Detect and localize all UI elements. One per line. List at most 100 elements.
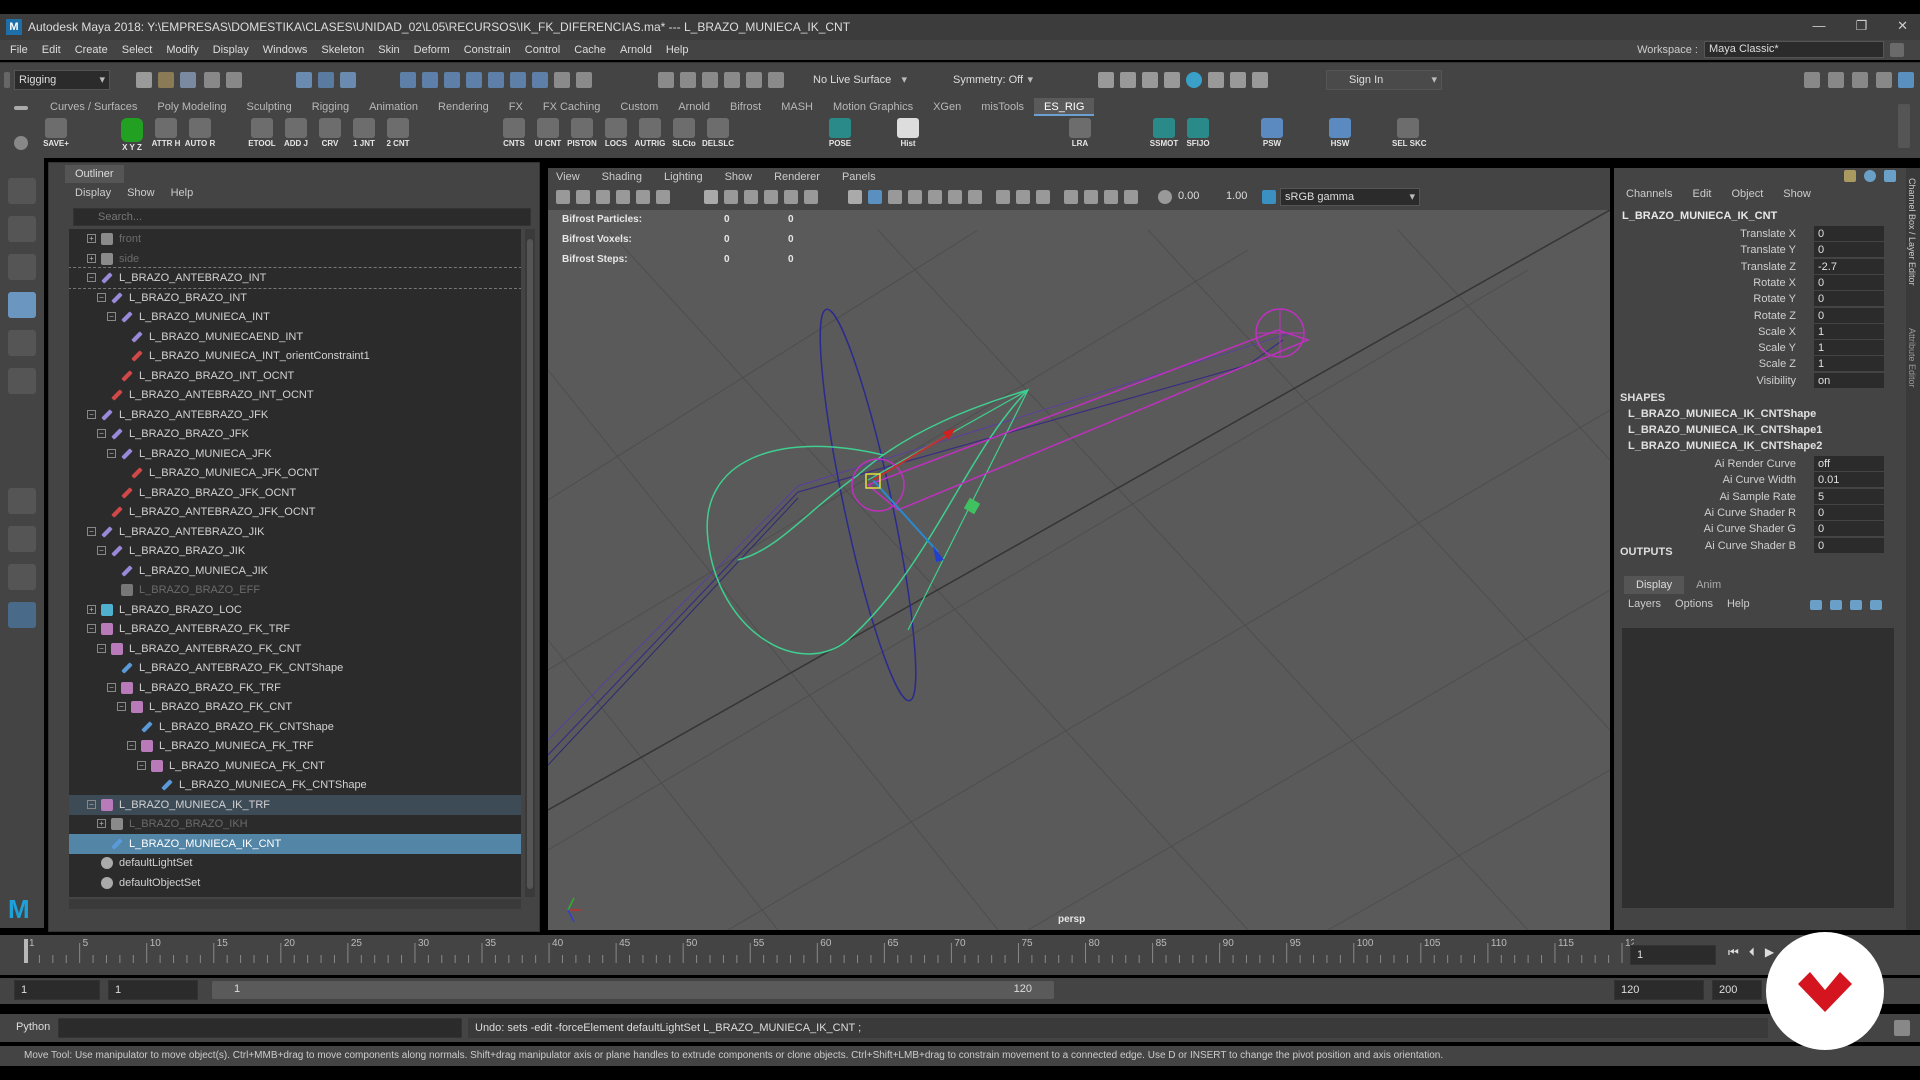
outliner-row[interactable]: L_BRAZO_BRAZO_FK_CNTShape [69,717,521,737]
outliner-row[interactable]: L_BRAZO_BRAZO_EFF [69,580,521,600]
shelf-tab-bifrost[interactable]: Bifrost [720,98,771,116]
current-time-marker[interactable] [24,939,28,963]
channel-row[interactable]: Translate Y 0 [1614,242,1894,258]
bookmark-icon[interactable] [596,190,610,204]
new-layer-selected-icon[interactable] [1870,600,1882,610]
lock-inputs-icon[interactable] [554,72,570,88]
outliner-row[interactable]: − L_BRAZO_MUNIECA_IK_TRF [69,794,521,815]
menu-constrain[interactable]: Constrain [464,44,511,56]
shelf-button-add-j[interactable]: ADD J [280,118,312,156]
channel-box-menu-object[interactable]: Object [1731,188,1763,200]
channel-row[interactable]: Rotate X 0 [1614,274,1894,291]
two-pane-layout-icon[interactable] [8,564,36,590]
select-hierarchy-icon[interactable] [296,72,312,88]
viewport-scene[interactable]: Bifrost Particles: 0 0 Bifrost Voxels: 0 0 B… [548,210,1610,930]
shelf-tab-sculpting[interactable]: Sculpting [237,98,302,116]
render-frame-icon[interactable] [702,72,718,88]
outliner-horizontal-scrollbar[interactable] [69,899,521,909]
outliner-row[interactable]: − L_BRAZO_MUNIECA_INT [69,307,521,327]
resolution-gate-icon[interactable] [744,190,758,204]
channel-row[interactable]: Scale Y 1 [1614,340,1894,356]
shelf-tab-xgen[interactable]: XGen [923,98,971,116]
channel-row[interactable]: Translate Z -2.7 [1614,258,1894,275]
arnold-render-icon[interactable] [1208,72,1224,88]
channel-value[interactable]: 0 [1814,307,1884,323]
render-region-icon[interactable] [1142,72,1158,88]
outliner-row[interactable]: + L_BRAZO_BRAZO_LOC [69,600,521,620]
menu-file[interactable]: File [10,44,28,56]
shelf-button-save[interactable]: SAVE+ [40,118,72,156]
command-language-button[interactable]: Python [16,1021,50,1033]
outliner-row[interactable]: − L_BRAZO_BRAZO_INT [69,288,521,308]
modeling-toolkit-icon[interactable] [1804,72,1820,88]
history-icon[interactable] [576,72,592,88]
outliner-row[interactable]: L_BRAZO_MUNIECA_JFK_OCNT [69,463,521,483]
shape-name[interactable]: L_BRAZO_MUNIECA_IK_CNTShape2 [1628,440,1822,452]
exposure-icon[interactable] [1158,190,1172,204]
outliner-row[interactable]: + side [69,249,521,269]
menu-modify[interactable]: Modify [166,44,198,56]
single-perspective-layout-icon[interactable] [8,488,36,514]
channel-row[interactable]: Ai Curve Width 0.01 [1614,472,1894,488]
render-current-frame-icon[interactable] [1098,72,1114,88]
menu-cache[interactable]: Cache [574,44,606,56]
menu-create[interactable]: Create [75,44,108,56]
channel-value[interactable]: 0 [1814,521,1884,537]
layer-tab-anim[interactable]: Anim [1684,576,1733,594]
collapse-icon[interactable]: − [107,312,116,321]
channel-value[interactable]: 1 [1814,340,1884,356]
move-manipulator-x-arrow[interactable] [943,428,956,440]
render-settings-icon[interactable] [746,72,762,88]
menuset-dropdown[interactable]: Rigging [14,70,110,90]
step-back-icon[interactable]: ⏴ [1749,945,1755,960]
channel-row[interactable]: Translate X 0 [1614,226,1894,242]
undo-icon[interactable] [204,72,220,88]
expand-icon[interactable]: + [87,604,96,614]
channel-value[interactable]: 0.01 [1814,472,1884,488]
shelf-tab-motion-graphics[interactable]: Motion Graphics [823,98,923,116]
select-tool-icon[interactable] [8,178,36,204]
playback-end-field[interactable]: 120 [1614,980,1704,1000]
shelf-tab-rendering[interactable]: Rendering [428,98,499,116]
shelf-button-1-jnt[interactable]: 1 JNT [348,118,380,156]
open-scene-icon[interactable] [158,72,174,88]
channel-value[interactable]: 0 [1814,291,1884,307]
collapse-icon[interactable]: − [87,409,96,419]
shelf-tab-mistools[interactable]: misTools [971,98,1034,116]
layer-list[interactable] [1622,628,1894,908]
status-line-handle-icon[interactable] [4,72,10,88]
outliner-row[interactable]: L_BRAZO_MUNIECAEND_INT [69,327,521,347]
shelf-button-lra[interactable]: LRA [1064,118,1096,156]
viewport-menu-lighting[interactable]: Lighting [664,168,703,186]
channel-box-node-name[interactable]: L_BRAZO_MUNIECA_IK_CNT [1622,210,1777,222]
lasso-tool-icon[interactable] [8,216,36,242]
shelf-button-sfijo[interactable]: SFIJO [1182,118,1214,156]
xray-icon[interactable] [1084,190,1098,204]
outliner-row[interactable]: − L_BRAZO_ANTEBRAZO_FK_TRF [69,619,521,639]
outliner-row[interactable]: + L_BRAZO_BRAZO_IKH [69,814,521,834]
layer-menu-help[interactable]: Help [1727,598,1750,610]
outliner-search-input[interactable]: Search... [73,208,531,226]
shelf-tab-es-rig[interactable]: ES_RIG [1034,98,1095,116]
xray-components-icon[interactable] [1124,190,1138,204]
rotate-tool-icon[interactable] [8,330,36,356]
channel-value[interactable]: on [1814,372,1884,388]
shelf-button-sel-skc[interactable]: SEL SKC [1392,118,1427,156]
isolate-select-icon[interactable] [1064,190,1078,204]
playback-start-field[interactable]: 1 [108,980,198,1000]
smooth-shade-icon[interactable] [868,190,882,204]
outliner-row[interactable]: L_BRAZO_MUNIECA_FK_CNTShape [69,775,521,795]
outliner-menu-help[interactable]: Help [171,187,194,199]
menu-skin[interactable]: Skin [378,44,399,56]
new-scene-icon[interactable] [136,72,152,88]
camera-attributes-icon[interactable] [576,190,590,204]
outliner-menu-display[interactable]: Display [75,187,111,199]
safe-action-icon[interactable] [804,190,818,204]
pause-icon[interactable] [1252,72,1268,88]
menu-select[interactable]: Select [122,44,153,56]
expand-icon[interactable]: + [97,819,106,828]
side-tab-attribute-editor[interactable]: Attribute Editor [1907,328,1917,388]
shelf-menu-icon[interactable] [14,106,28,110]
restore-button[interactable]: ❐ [1855,18,1867,34]
menu-edit[interactable]: Edit [42,44,61,56]
